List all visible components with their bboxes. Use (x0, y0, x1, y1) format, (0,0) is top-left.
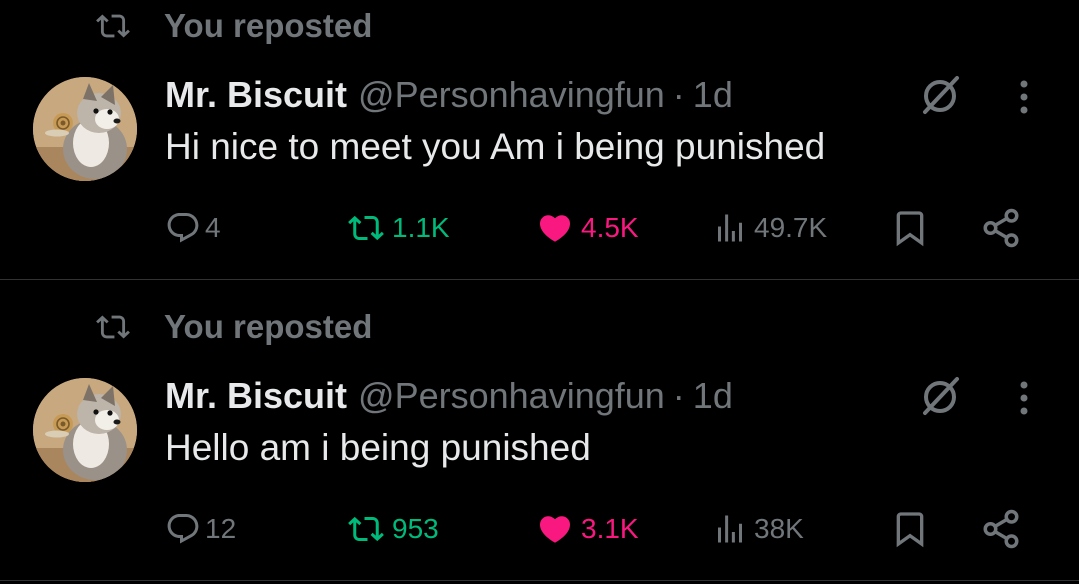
separator: · (672, 375, 685, 416)
share-button[interactable] (980, 504, 1026, 554)
bookmark-button[interactable] (890, 504, 934, 554)
reply-button[interactable]: 12 (165, 504, 236, 554)
avatar[interactable] (33, 77, 137, 181)
reply-icon (167, 514, 199, 544)
post[interactable]: You reposted Mr. Biscuit @Personhavingfu… (0, 0, 1079, 279)
separator: · (672, 74, 685, 115)
share-icon (983, 208, 1019, 248)
like-button[interactable]: 3.1K (533, 504, 639, 554)
reply-count: 12 (205, 513, 237, 544)
bookmark-icon (896, 512, 924, 548)
repost-count: 1.1K (392, 212, 450, 243)
grok-icon[interactable] (917, 375, 963, 417)
share-icon (983, 509, 1019, 549)
bookmark-icon (896, 211, 924, 247)
repost-context-label: You reposted (164, 308, 373, 345)
views-count: 38K (754, 513, 804, 544)
repost-icon (96, 315, 130, 339)
views-icon (718, 214, 742, 242)
views-icon (718, 515, 742, 543)
bookmark-button[interactable] (890, 203, 934, 253)
repost-icon (348, 516, 384, 542)
timestamp[interactable]: 1d (693, 375, 733, 417)
more-icon[interactable] (1008, 76, 1040, 118)
views-button[interactable]: 49.7K (710, 203, 827, 253)
heart-icon (539, 215, 571, 242)
more-icon[interactable] (1008, 377, 1040, 419)
grok-icon[interactable] (917, 74, 963, 116)
repost-context: You reposted (90, 6, 372, 46)
like-button[interactable]: 4.5K (533, 203, 639, 253)
repost-count: 953 (392, 513, 439, 544)
author-handle[interactable]: @Personhavingfun (358, 74, 665, 116)
post[interactable]: You reposted Mr. Biscuit @Personhavingfu… (0, 301, 1079, 580)
repost-icon (348, 215, 384, 241)
avatar[interactable] (33, 378, 137, 482)
repost-button[interactable]: 1.1K (344, 203, 450, 253)
post-text: Hello am i being punished (165, 427, 591, 468)
like-count: 3.1K (581, 513, 639, 544)
post-header: Mr. Biscuit @Personhavingfun · 1d (165, 373, 733, 419)
post-header: Mr. Biscuit @Personhavingfun · 1d (165, 72, 733, 118)
like-count: 4.5K (581, 212, 639, 243)
heart-icon (539, 516, 571, 543)
share-button[interactable] (980, 203, 1026, 253)
author-handle[interactable]: @Personhavingfun (358, 375, 665, 417)
post-text: Hi nice to meet you Am i being punished (165, 126, 826, 167)
timestamp[interactable]: 1d (693, 74, 733, 116)
repost-button[interactable]: 953 (344, 504, 439, 554)
reply-icon (167, 213, 199, 243)
views-button[interactable]: 38K (710, 504, 804, 554)
repost-icon (96, 14, 130, 38)
author-name[interactable]: Mr. Biscuit (165, 74, 347, 116)
divider (0, 279, 1079, 280)
views-count: 49.7K (754, 212, 828, 243)
repost-context: You reposted (90, 307, 372, 347)
reply-button[interactable]: 4 (165, 203, 221, 253)
divider (0, 580, 1079, 581)
repost-context-label: You reposted (164, 7, 373, 44)
author-name[interactable]: Mr. Biscuit (165, 375, 347, 417)
reply-count: 4 (205, 212, 221, 243)
